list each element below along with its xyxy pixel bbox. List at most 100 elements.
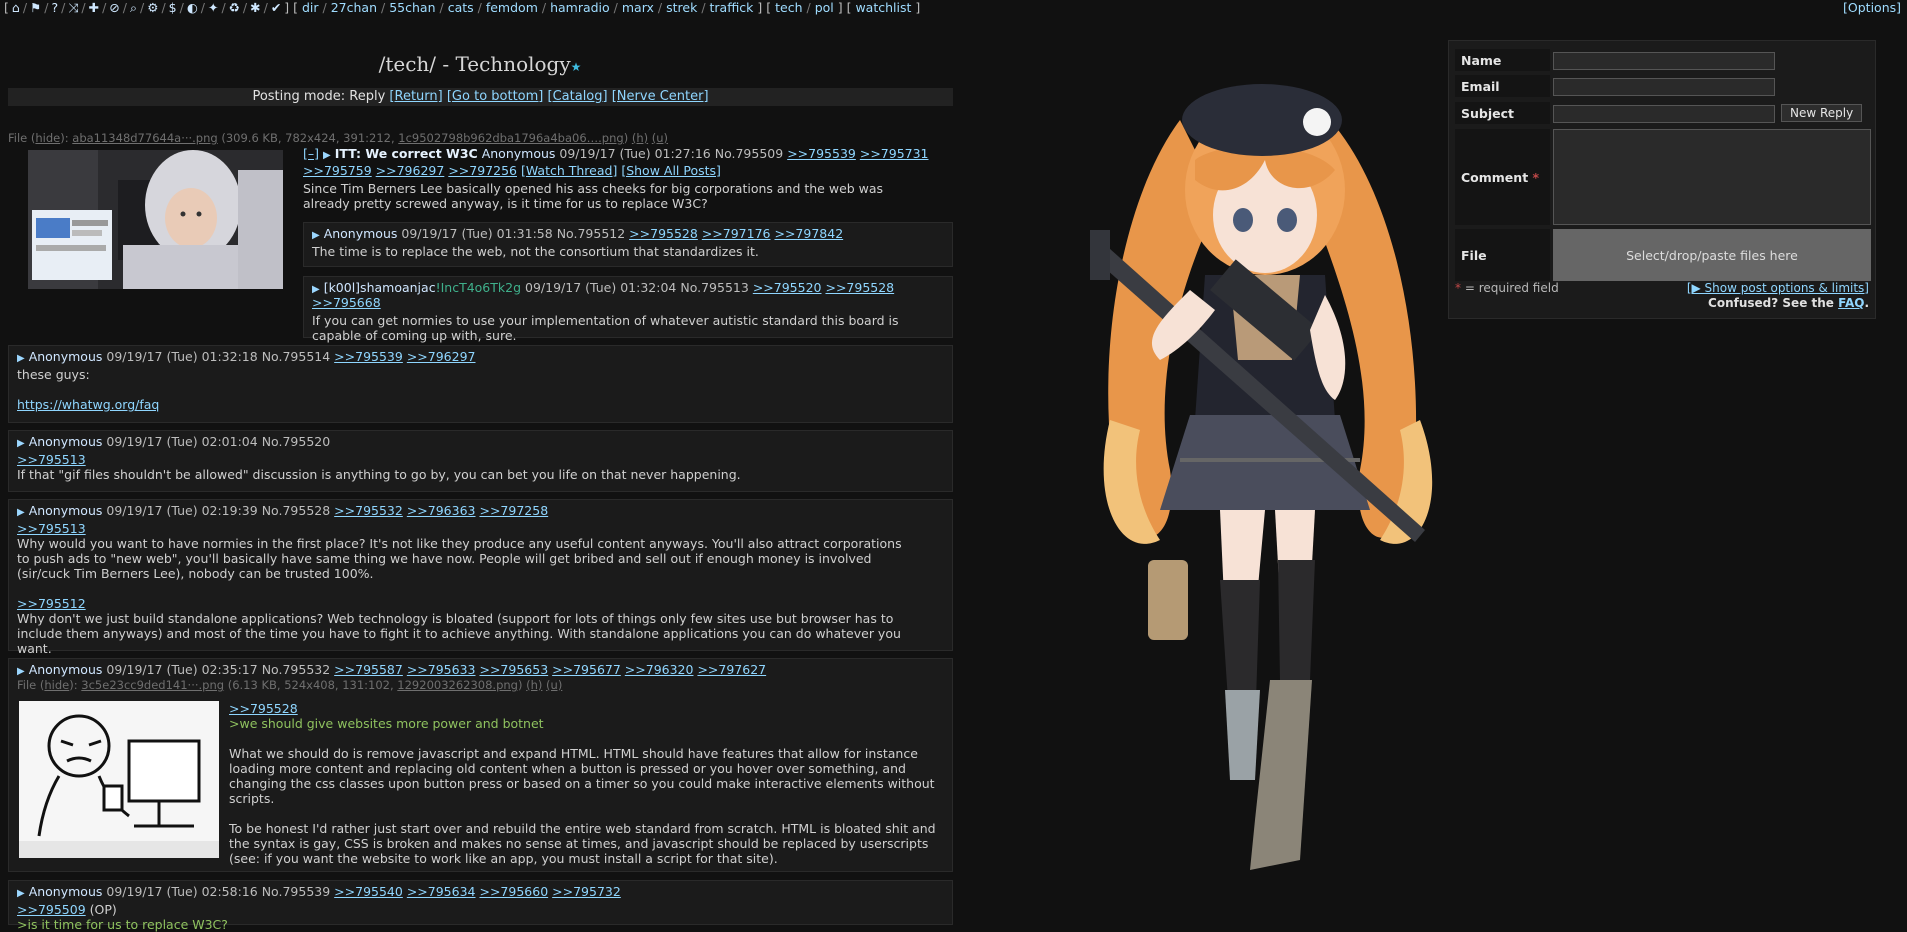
quote-link[interactable]: >>795513 xyxy=(17,521,86,536)
post-menu-icon[interactable]: ▶ xyxy=(17,507,25,518)
hide-file-link[interactable]: hide xyxy=(44,678,69,692)
backlink[interactable]: >>796363 xyxy=(407,503,476,518)
op-post-number[interactable]: No.795509 xyxy=(715,146,783,161)
board-link-pol[interactable]: pol xyxy=(815,0,834,15)
backlink[interactable]: >>797256 xyxy=(448,163,517,178)
backlink[interactable]: >>795539 xyxy=(787,146,856,161)
plus-icon[interactable]: ✚ xyxy=(89,0,99,15)
star-icon[interactable]: ★ xyxy=(571,60,582,74)
post-number[interactable]: No.795532 xyxy=(262,662,330,677)
subject-input[interactable] xyxy=(1553,105,1775,123)
post-menu-icon[interactable]: ▶ xyxy=(323,150,331,161)
ban-icon[interactable]: ⊘ xyxy=(109,0,119,15)
post-menu-icon[interactable]: ▶ xyxy=(17,666,25,677)
board-link-traffick[interactable]: traffick xyxy=(710,0,754,15)
help-icon[interactable]: ? xyxy=(51,0,58,15)
post-menu-icon[interactable]: ▶ xyxy=(312,284,320,295)
quote-link[interactable]: >>795513 xyxy=(17,452,86,467)
twitter-icon[interactable]: ✦ xyxy=(208,0,218,15)
board-link-tech[interactable]: tech xyxy=(775,0,802,15)
quote-link[interactable]: >>795528 xyxy=(229,701,298,716)
post-number[interactable]: No.795539 xyxy=(262,884,330,899)
contrast-icon[interactable]: ◐ xyxy=(187,0,198,15)
watchlist-link[interactable]: watchlist xyxy=(855,0,911,15)
comment-textarea[interactable] xyxy=(1553,129,1871,225)
file-name-link[interactable]: aba11348d77644a···.png xyxy=(72,131,217,145)
backlink[interactable]: >>795677 xyxy=(552,662,621,677)
post-menu-icon[interactable]: ▶ xyxy=(17,888,25,899)
backlink[interactable]: >>797627 xyxy=(697,662,766,677)
backlink[interactable]: >>795633 xyxy=(407,662,476,677)
backlink[interactable]: >>795759 xyxy=(303,163,372,178)
gear-icon[interactable]: ⚙ xyxy=(147,0,158,15)
nerve-center-link[interactable]: [Nerve Center] xyxy=(612,89,709,104)
file-name-link[interactable]: 3c5e23cc9ded141···.png xyxy=(81,678,224,692)
backlink[interactable]: >>796297 xyxy=(376,163,445,178)
board-link-marx[interactable]: marx xyxy=(622,0,654,15)
backlink[interactable]: >>797842 xyxy=(774,226,843,241)
new-reply-button[interactable]: New Reply xyxy=(1781,104,1863,122)
backlink[interactable]: >>795532 xyxy=(334,503,403,518)
show-all-posts-link[interactable]: [Show All Posts] xyxy=(621,163,721,178)
post-number[interactable]: No.795513 xyxy=(680,280,748,295)
backlink[interactable]: >>795731 xyxy=(860,146,929,161)
backlink[interactable]: >>796320 xyxy=(625,662,694,677)
home-icon[interactable]: ⌂ xyxy=(12,0,20,15)
backlink[interactable]: >>795668 xyxy=(312,295,381,310)
shuffle-icon[interactable]: ⤨ xyxy=(68,0,78,15)
original-name-link[interactable]: 1c9502798b962dba1796a4ba06….png xyxy=(398,131,623,145)
go-to-bottom-link[interactable]: [Go to bottom] xyxy=(447,89,544,104)
quote-link[interactable]: >>795509 xyxy=(17,902,86,917)
op-thumbnail[interactable] xyxy=(28,150,283,289)
faq-link[interactable]: FAQ xyxy=(1838,296,1864,310)
post-menu-icon[interactable]: ▶ xyxy=(17,353,25,364)
backlink[interactable]: >>795520 xyxy=(753,280,822,295)
backlink[interactable]: >>795732 xyxy=(552,884,621,899)
hide-file-link[interactable]: hide xyxy=(35,131,60,145)
show-post-options-link[interactable]: [▶ Show post options & limits] xyxy=(1687,281,1869,295)
backlink[interactable]: >>795634 xyxy=(407,884,476,899)
board-link-cats[interactable]: cats xyxy=(448,0,474,15)
return-link[interactable]: [Return] xyxy=(389,89,442,104)
file-dropzone[interactable]: Select/drop/paste files here xyxy=(1553,229,1871,281)
backlink[interactable]: >>795660 xyxy=(479,884,548,899)
search-icon[interactable]: ⌕ xyxy=(130,0,137,15)
catalog-link[interactable]: [Catalog] xyxy=(548,89,608,104)
post-thumbnail[interactable] xyxy=(19,701,219,858)
backlink[interactable]: >>796297 xyxy=(407,349,476,364)
board-link-femdom[interactable]: femdom xyxy=(486,0,538,15)
hide-thread-button[interactable]: [–] xyxy=(303,146,319,161)
dollar-icon[interactable]: $ xyxy=(169,0,177,15)
post-menu-icon[interactable]: ▶ xyxy=(312,230,320,241)
board-link-hamradio[interactable]: hamradio xyxy=(550,0,610,15)
email-input[interactable] xyxy=(1553,78,1775,96)
post-number[interactable]: No.795520 xyxy=(262,434,330,449)
name-input[interactable] xyxy=(1553,52,1775,70)
file-h-link[interactable]: (h) xyxy=(632,131,648,145)
external-link[interactable]: https://whatwg.org/faq xyxy=(17,397,159,412)
board-link-27chan[interactable]: 27chan xyxy=(331,0,377,15)
watch-thread-link[interactable]: [Watch Thread] xyxy=(521,163,617,178)
check-icon[interactable]: ✔ xyxy=(271,0,281,15)
options-link[interactable]: [Options] xyxy=(1843,0,1901,15)
backlink[interactable]: >>795540 xyxy=(334,884,403,899)
original-name-link[interactable]: 1292003262308.png xyxy=(397,678,518,692)
bug-icon[interactable]: ✱ xyxy=(250,0,260,15)
file-u-link[interactable]: (u) xyxy=(652,131,668,145)
post-menu-icon[interactable]: ▶ xyxy=(17,438,25,449)
backlink[interactable]: >>795539 xyxy=(334,349,403,364)
board-link-55chan[interactable]: 55chan xyxy=(389,0,435,15)
backlink[interactable]: >>797176 xyxy=(702,226,771,241)
board-link-dir[interactable]: dir xyxy=(302,0,319,15)
post-number[interactable]: No.795528 xyxy=(262,503,330,518)
quote-link[interactable]: >>795512 xyxy=(17,596,86,611)
file-u-link[interactable]: (u) xyxy=(546,678,562,692)
recycle-icon[interactable]: ♻ xyxy=(229,0,240,15)
backlink[interactable]: >>795528 xyxy=(629,226,698,241)
backlink[interactable]: >>797258 xyxy=(479,503,548,518)
backlink[interactable]: >>795528 xyxy=(825,280,894,295)
post-number[interactable]: No.795514 xyxy=(262,349,330,364)
post-number[interactable]: No.795512 xyxy=(557,226,625,241)
backlink[interactable]: >>795587 xyxy=(334,662,403,677)
backlink[interactable]: >>795653 xyxy=(479,662,548,677)
